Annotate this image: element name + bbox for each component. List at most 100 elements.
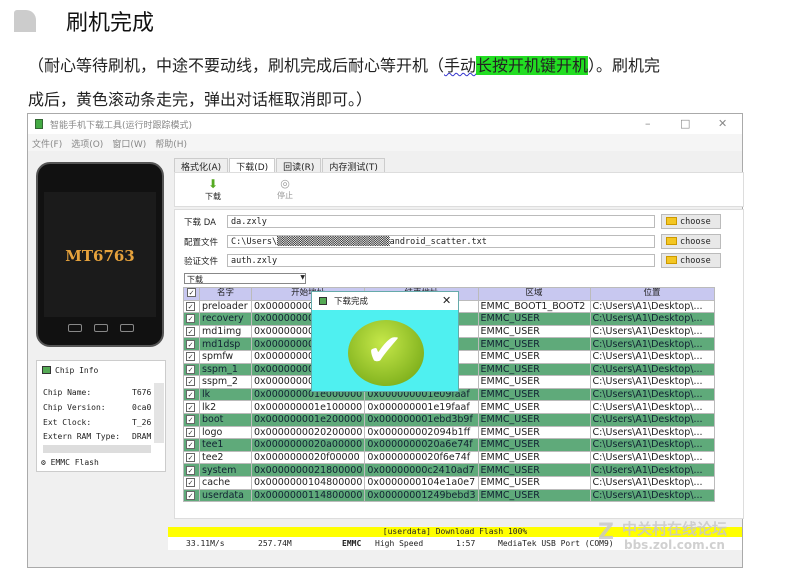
toolbar: ⬇ 下载 ◎ 停止 bbox=[174, 172, 744, 207]
menu-window[interactable]: 窗口(W) bbox=[112, 140, 146, 150]
download-label: 下载 bbox=[205, 192, 221, 201]
cell-name: lk2 bbox=[199, 400, 252, 414]
cell-location: C:\Users\A1\Desktop\... bbox=[589, 438, 715, 452]
row-checkbox[interactable]: ✓ bbox=[183, 375, 200, 389]
download-button[interactable]: ⬇ 下载 bbox=[193, 177, 233, 202]
status-size: 257.74M bbox=[258, 539, 292, 548]
col-region: 区域 bbox=[477, 287, 591, 301]
cell-name: tee2 bbox=[199, 450, 252, 465]
cell-end: 0x00000000c2410ad7 bbox=[364, 463, 479, 477]
cell-region: EMMC_USER bbox=[477, 475, 591, 490]
cell-start: 0x0000000114800000 bbox=[250, 488, 366, 503]
choose-da-button[interactable]: choose bbox=[661, 214, 721, 229]
close-button[interactable]: ✕ bbox=[718, 117, 727, 130]
cell-start: 0x0000000104800000 bbox=[250, 475, 366, 490]
status-storage: EMMC bbox=[342, 539, 362, 548]
status-port: MediaTek USB Port (COM9) bbox=[498, 539, 614, 548]
status-time: 1:57 bbox=[456, 539, 476, 548]
minimize-button[interactable]: – bbox=[645, 117, 651, 130]
chip-label: Chip Name: bbox=[43, 388, 92, 397]
menu-options[interactable]: 选项(O) bbox=[71, 140, 103, 150]
row-checkbox[interactable]: ✓ bbox=[183, 488, 200, 503]
table-row[interactable]: ✓ cache 0x0000000104800000 0x0000000104e1a0… bbox=[183, 475, 715, 490]
menu-file[interactable]: 文件(F) bbox=[32, 140, 62, 150]
row-checkbox[interactable]: ✓ bbox=[183, 387, 200, 402]
row-checkbox[interactable]: ✓ bbox=[183, 337, 200, 351]
cell-region: EMMC_USER bbox=[477, 412, 591, 427]
phone-home-button-icon bbox=[94, 324, 108, 332]
chip-label: Chip Version: bbox=[43, 403, 106, 412]
download-arrow-icon: ⬇ bbox=[207, 177, 219, 191]
cell-name: md1dsp bbox=[199, 337, 252, 351]
stop-button[interactable]: ◎ 停止 bbox=[265, 177, 305, 201]
horizontal-scrollbar[interactable] bbox=[43, 445, 151, 453]
select-all-checkbox[interactable]: ✓ bbox=[183, 287, 200, 301]
cell-region: EMMC_USER bbox=[477, 425, 591, 440]
choose-auth-button[interactable]: choose bbox=[661, 253, 721, 268]
cell-start: 0x000000001e100000 bbox=[250, 400, 366, 414]
chip-info-title: Chip Info bbox=[55, 366, 99, 375]
download-complete-dialog: 下载完成 ✕ ✔ bbox=[311, 291, 459, 392]
row-checkbox[interactable]: ✓ bbox=[183, 299, 200, 314]
cell-start: 0x0000000020200000 bbox=[250, 425, 366, 440]
row-checkbox[interactable]: ✓ bbox=[183, 400, 200, 414]
cell-name: sspm_1 bbox=[199, 362, 252, 377]
cell-name: boot bbox=[199, 412, 252, 427]
choose-scatter-button[interactable]: choose bbox=[661, 234, 721, 249]
dialog-close-button[interactable]: ✕ bbox=[442, 294, 451, 307]
cell-end: 0x00000001249bebd3 bbox=[364, 488, 479, 503]
stop-label: 停止 bbox=[277, 191, 293, 200]
table-row[interactable]: ✓ userdata 0x0000000114800000 0x00000001249… bbox=[183, 488, 715, 503]
success-check-icon: ✔ bbox=[348, 320, 424, 386]
stop-icon: ◎ bbox=[280, 177, 290, 190]
chip-value: T_26 bbox=[132, 418, 152, 427]
choose-label: choose bbox=[680, 217, 711, 227]
scatter-input[interactable]: C:\Users\▒▒▒▒▒▒▒▒▒▒▒▒▒▒▒▒▒▒▒▒▒▒android_s… bbox=[227, 235, 655, 248]
cell-end: 0x000000002094b1ff bbox=[364, 425, 479, 440]
auth-input[interactable]: auth.zxly bbox=[227, 254, 655, 267]
cell-end: 0x0000000020a6e74f bbox=[364, 438, 479, 452]
maximize-button[interactable]: □ bbox=[680, 117, 690, 130]
row-checkbox[interactable]: ✓ bbox=[183, 362, 200, 377]
table-row[interactable]: ✓ tee1 0x0000000020a00000 0x0000000020a6e74… bbox=[183, 438, 715, 452]
vertical-scrollbar[interactable] bbox=[154, 383, 164, 443]
cell-region: EMMC_USER bbox=[477, 312, 591, 326]
row-checkbox[interactable]: ✓ bbox=[183, 475, 200, 490]
row-checkbox[interactable]: ✓ bbox=[183, 312, 200, 326]
cell-start: 0x000000001e200000 bbox=[250, 412, 366, 427]
cell-location: C:\Users\A1\Desktop\... bbox=[589, 400, 715, 414]
row-checkbox[interactable]: ✓ bbox=[183, 425, 200, 440]
table-row[interactable]: ✓ logo 0x0000000020200000 0x000000002094b1f… bbox=[183, 425, 715, 440]
da-input[interactable]: da.zxly bbox=[227, 215, 655, 228]
cell-name: spmfw bbox=[199, 349, 252, 364]
row-checkbox[interactable]: ✓ bbox=[183, 463, 200, 477]
table-row[interactable]: ✓ system 0x0000000021800000 0x00000000c2410… bbox=[183, 463, 715, 477]
window-title: 智能手机下载工具(运行时跟踪模式) bbox=[50, 121, 193, 131]
table-row[interactable]: ✓ lk2 0x000000001e100000 0x000000001e19faaf… bbox=[183, 400, 715, 414]
scatter-label: 配置文件 bbox=[184, 238, 219, 248]
col-location: 位置 bbox=[589, 287, 715, 301]
row-checkbox[interactable]: ✓ bbox=[183, 450, 200, 465]
cell-name: tee1 bbox=[199, 438, 252, 452]
cell-location: C:\Users\A1\Desktop\... bbox=[589, 425, 715, 440]
cell-end: 0x0000000104e1a0e7 bbox=[364, 475, 479, 490]
row-checkbox[interactable]: ✓ bbox=[183, 438, 200, 452]
cell-region: EMMC_USER bbox=[477, 400, 591, 414]
app-icon bbox=[35, 119, 43, 129]
paragraph-line-2: 成后，黄色滚动条走完，弹出对话框取消即可。） bbox=[28, 90, 373, 109]
cell-region: EMMC_USER bbox=[477, 450, 591, 465]
mode-value: 下载 bbox=[187, 275, 203, 284]
folder-icon bbox=[666, 217, 677, 225]
paragraph-line-1: （耐心等待刷机，中途不要动线，刷机完成后耐心等开机（手动长按开机键开机）。刷机完 bbox=[28, 52, 660, 76]
mode-select[interactable]: 下载 ▼ bbox=[184, 273, 306, 284]
menu-help[interactable]: 帮助(H) bbox=[155, 140, 187, 150]
table-row[interactable]: ✓ boot 0x000000001e200000 0x000000001ebd3b9… bbox=[183, 412, 715, 427]
row-checkbox[interactable]: ✓ bbox=[183, 324, 200, 339]
cell-region: EMMC_USER bbox=[477, 349, 591, 364]
phone-model: MT6763 bbox=[44, 192, 156, 317]
table-row[interactable]: ✓ tee2 0x0000000020f00000 0x0000000020f6e74… bbox=[183, 450, 715, 465]
row-checkbox[interactable]: ✓ bbox=[183, 412, 200, 427]
da-label: 下载 DA bbox=[184, 218, 216, 228]
row-checkbox[interactable]: ✓ bbox=[183, 349, 200, 364]
cell-location: C:\Users\A1\Desktop\... bbox=[589, 387, 715, 402]
